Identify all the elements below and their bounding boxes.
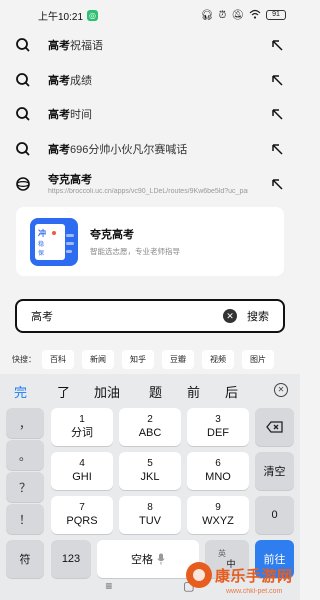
status-time: 上午10:21 <box>38 11 84 23</box>
suggestion-url: https://broccoli.uc.cn/apps/vc90_LDeL/ro… <box>48 188 248 195</box>
quick-search-chip[interactable]: 新闻 <box>82 349 114 369</box>
suggestion-text: 夸克高考 <box>48 174 92 186</box>
collapse-candidates-icon[interactable]: ✕ <box>274 383 288 397</box>
key-6[interactable]: 6 MNO <box>187 452 249 490</box>
menu-icon[interactable]: ≡ <box>105 579 112 593</box>
quick-search-chip[interactable]: 豆瓣 <box>162 349 194 369</box>
quick-search-bar: 快搜： 百科 新闻 知乎 豆瓣 视频 图片 <box>0 348 300 370</box>
suggestion-text: 高考成绩 <box>48 74 92 87</box>
search-icon <box>16 72 30 87</box>
candidate-word[interactable]: 加油 <box>94 382 120 401</box>
suggestion-item[interactable]: 高考696分帅小伙凡尔赛喊话 <box>0 132 300 167</box>
search-icon <box>16 107 30 121</box>
suggestion-text: 高考696分帅小伙凡尔赛喊话 <box>48 143 188 156</box>
app-logo: 冲 稳 保 <box>30 217 78 266</box>
key-8[interactable]: 8 TUV <box>119 496 181 534</box>
status-left: 上午10:21 ◎ <box>38 8 99 23</box>
fill-query-arrow-icon[interactable] <box>270 142 284 156</box>
backspace-key[interactable] <box>255 408 294 446</box>
candidate-word[interactable]: 后 <box>225 382 238 401</box>
alarm-icon: ⏰︎ <box>218 9 227 21</box>
key-2[interactable]: 2 ABC <box>119 408 181 446</box>
watermark-text: 康乐手游网 <box>215 567 293 585</box>
clear-key[interactable]: 清空 <box>255 452 294 490</box>
app-title: 夸克高考 <box>90 229 134 241</box>
space-label: 空格 <box>131 554 153 566</box>
fill-query-arrow-icon[interactable] <box>270 177 284 191</box>
globe-icon <box>16 177 30 191</box>
quick-search-chip[interactable]: 知乎 <box>122 349 154 369</box>
status-bar: 上午10:21 ◎ 🎧︎ ⏰︎ 🔕︎ 91 <box>0 0 300 30</box>
punct-key[interactable]: ， <box>6 408 44 438</box>
app-card[interactable]: 冲 稳 保 夸克高考 智能选志愿，专业老师指导 <box>16 207 284 276</box>
suggestion-text: 高考祝福语 <box>48 40 103 53</box>
search-bar: 高考 ✕ 搜索 <box>15 299 285 333</box>
key-3[interactable]: 3 DEF <box>187 408 249 446</box>
key-5[interactable]: 5 JKL <box>119 452 181 490</box>
search-icon <box>16 38 30 52</box>
microphone-icon <box>157 553 165 565</box>
key-4[interactable]: 4 GHI <box>51 452 113 490</box>
quick-search-chip[interactable]: 图片 <box>242 349 274 369</box>
mute-icon: 🔕︎ <box>231 9 244 21</box>
punct-key[interactable]: ！ <box>6 504 44 534</box>
suggestion-item[interactable]: 高考祝福语 <box>0 28 300 63</box>
battery-icon: 91 <box>266 10 286 20</box>
search-input[interactable]: 高考 <box>31 308 223 324</box>
suggestion-item[interactable]: 高考时间 <box>0 97 300 132</box>
punct-key[interactable]: 。 <box>6 440 44 470</box>
punct-key[interactable]: ？ <box>6 472 44 502</box>
app-notification-icon: ◎ <box>87 9 99 21</box>
suggestion-text: 高考时间 <box>48 109 92 122</box>
fill-query-arrow-icon[interactable] <box>270 107 284 121</box>
suggestion-list: 高考祝福语 高考成绩 高考时间 高考696分帅小伙凡尔赛喊话 夸克高考 http… <box>0 28 300 202</box>
watermark-logo: 康乐手游网 www.chkl-pet.com <box>186 562 293 595</box>
quick-search-label: 快搜： <box>12 354 36 364</box>
quick-search-chip[interactable]: 视频 <box>202 349 234 369</box>
search-button[interactable]: 搜索 <box>247 308 269 324</box>
headphone-icon: 🎧︎ <box>200 9 214 21</box>
candidate-bar: 完 了 加油 题 前 后 ✕ <box>0 374 300 406</box>
watermark-url: www.chkl-pet.com <box>226 588 283 595</box>
fill-query-arrow-icon[interactable] <box>270 73 284 87</box>
suggestion-item-site[interactable]: 夸克高考 https://broccoli.uc.cn/apps/vc90_LD… <box>0 166 300 202</box>
candidate-word[interactable]: 完 <box>14 382 27 401</box>
candidate-word[interactable]: 题 <box>149 382 162 401</box>
candidate-word[interactable]: 了 <box>57 382 70 401</box>
app-subtitle: 智能选志愿，专业老师指导 <box>90 247 180 256</box>
search-icon <box>16 141 30 156</box>
key-1[interactable]: 1 分词 <box>51 408 113 446</box>
wifi-icon <box>249 9 261 22</box>
x-circle-icon[interactable]: ✕ <box>223 309 237 323</box>
suggestion-item[interactable]: 高考成绩 <box>0 63 300 98</box>
fill-query-arrow-icon[interactable] <box>270 38 284 52</box>
key-9[interactable]: 9 WXYZ <box>187 496 249 534</box>
candidate-word[interactable]: 前 <box>187 382 200 401</box>
key-7[interactable]: 7 PQRS <box>51 496 113 534</box>
watermark-icon <box>186 562 212 588</box>
status-icons: 🎧︎ ⏰︎ 🔕︎ 91 <box>201 9 286 22</box>
zero-key[interactable]: 0 <box>255 496 294 534</box>
quick-search-chip[interactable]: 百科 <box>42 349 74 369</box>
backspace-icon <box>265 421 283 433</box>
